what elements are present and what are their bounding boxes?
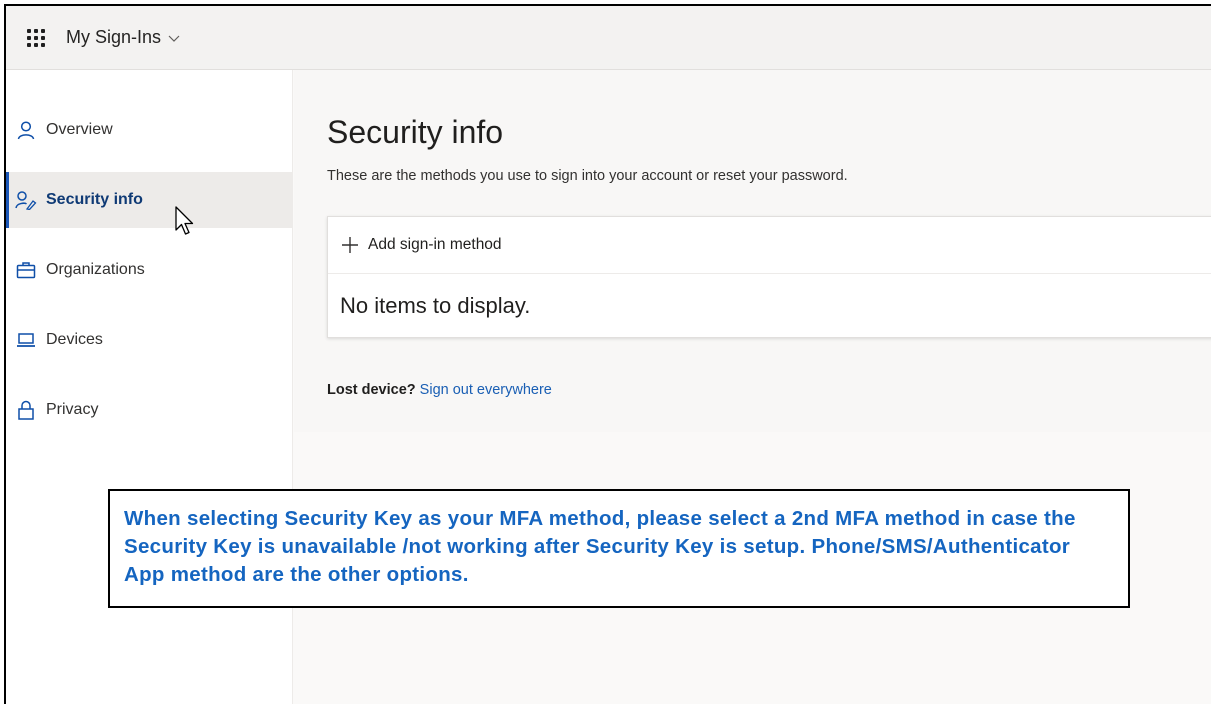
sidebar-item-devices[interactable]: Devices: [6, 312, 293, 368]
lost-device-label: Lost device?: [327, 382, 416, 398]
methods-card: Add sign-in method No items to display.: [327, 216, 1211, 338]
sidebar: Overview Security info Organizations Dev…: [6, 70, 293, 704]
page-title: Security info: [327, 114, 504, 150]
sidebar-item-label: Organizations: [46, 261, 145, 278]
page-description: These are the methods you use to sign in…: [327, 168, 848, 184]
mfa-notice-text: When selecting Security Key as your MFA …: [124, 507, 1076, 586]
app-title: My Sign-Ins: [66, 27, 162, 47]
sidebar-item-privacy[interactable]: Privacy: [6, 382, 293, 438]
sidebar-item-label: Security info: [46, 191, 143, 208]
plus-icon: [342, 237, 358, 253]
app-launcher-icon: [27, 28, 45, 47]
sidebar-item-label: Overview: [46, 121, 113, 138]
sidebar-item-overview[interactable]: Overview: [6, 102, 293, 158]
person-key-icon: [14, 188, 38, 212]
add-sign-in-method-label: Add sign-in method: [368, 236, 502, 253]
app-launcher-button[interactable]: [6, 6, 66, 70]
sidebar-item-label: Devices: [46, 331, 103, 348]
sidebar-item-security-info[interactable]: Security info: [6, 172, 293, 228]
laptop-icon: [14, 328, 38, 352]
lock-icon: [14, 398, 38, 422]
sign-out-everywhere-link[interactable]: Sign out everywhere: [420, 382, 552, 398]
top-bar: My Sign-Ins: [6, 6, 1211, 70]
main-content: Security info These are the methods you …: [294, 70, 1211, 432]
empty-state-text: No items to display.: [340, 293, 531, 318]
app-switcher[interactable]: My Sign-Ins: [66, 27, 181, 48]
add-sign-in-method-button[interactable]: Add sign-in method: [328, 217, 1211, 274]
sidebar-item-organizations[interactable]: Organizations: [6, 242, 293, 298]
person-icon: [14, 118, 38, 142]
lost-device-row: Lost device? Sign out everywhere: [327, 382, 552, 398]
chevron-down-icon: [168, 35, 180, 42]
mfa-notice-callout: When selecting Security Key as your MFA …: [108, 489, 1130, 608]
briefcase-icon: [14, 258, 38, 282]
sidebar-item-label: Privacy: [46, 401, 99, 418]
